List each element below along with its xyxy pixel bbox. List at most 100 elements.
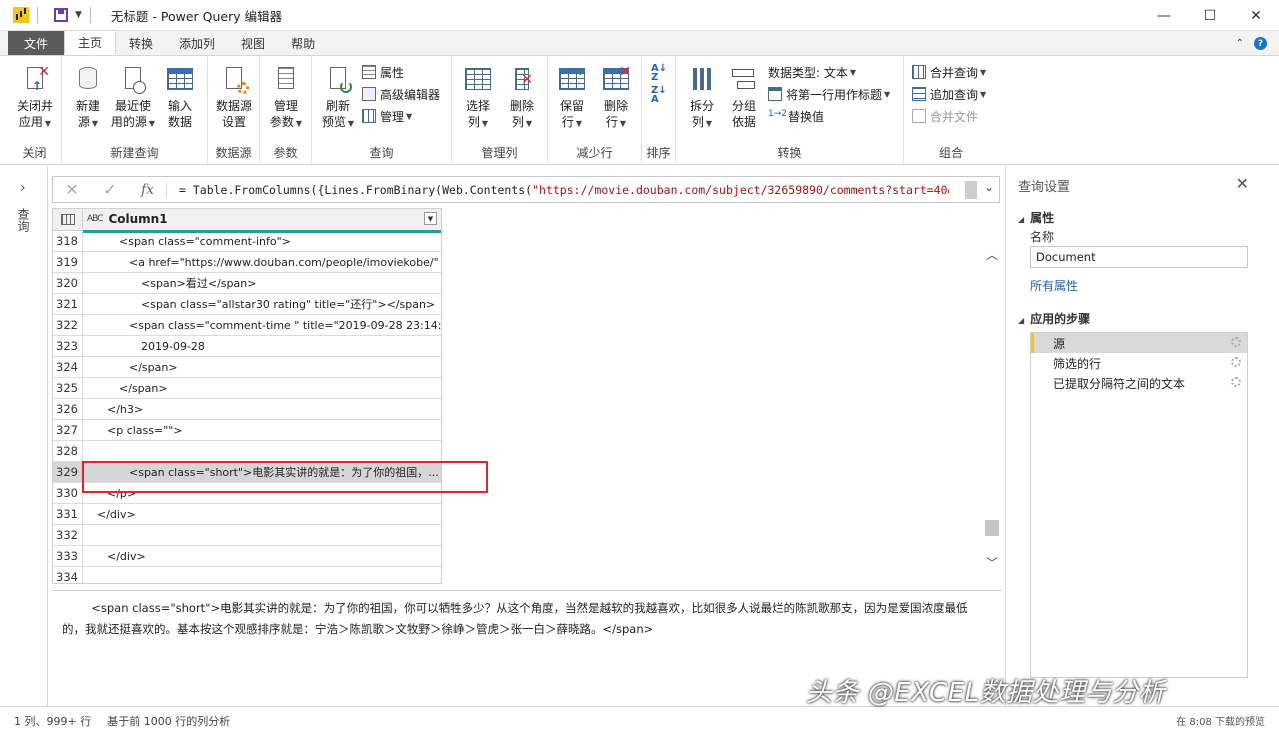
tab-add-column[interactable]: 添加列 [166, 31, 228, 55]
row-number[interactable]: 320 [53, 273, 83, 293]
table-cell[interactable] [83, 525, 441, 545]
advanced-editor-button[interactable]: 高级编辑器 [362, 84, 440, 104]
row-number[interactable]: 324 [53, 357, 83, 377]
all-properties-link[interactable]: 所有属性 [1030, 277, 1078, 294]
keep-rows-button[interactable]: ✔ 保留 行 ▼ [550, 64, 594, 132]
grid-vertical-scrollbar[interactable]: ︿ ﹀ [984, 244, 1000, 574]
datasource-settings-button[interactable]: 数据源 设置 [212, 64, 256, 130]
properties-button[interactable]: 属性 [362, 62, 404, 82]
close-settings-icon[interactable]: ✕ [1236, 174, 1249, 193]
table-cell[interactable]: </div> [83, 546, 441, 566]
remove-columns-button[interactable]: ✕ 删除 列 ▼ [500, 64, 544, 132]
new-source-button[interactable]: 新建 源 ▼ [66, 64, 110, 132]
query-name-input[interactable]: Document [1030, 246, 1248, 268]
table-cell[interactable]: </div> [83, 504, 441, 524]
expand-queries-icon[interactable]: › [20, 180, 26, 196]
table-row[interactable]: 322 <span class="comment-time " title="20… [53, 315, 441, 336]
row-number[interactable]: 328 [53, 441, 83, 461]
table-cell[interactable] [83, 441, 441, 461]
table-cell[interactable]: <span class="comment-info"> [83, 231, 441, 251]
step-settings-gear-icon[interactable] [1231, 377, 1241, 387]
row-number[interactable]: 327 [53, 420, 83, 440]
table-row[interactable]: 325 </span> [53, 378, 441, 399]
table-cell[interactable]: <span>看过</span> [83, 273, 441, 293]
datatype-dropdown[interactable]: 数据类型: 文本 ▼ [768, 62, 856, 82]
scroll-thumb[interactable] [985, 520, 999, 536]
column-header-column1[interactable]: ABC Column1 ▼ [83, 209, 441, 233]
maximize-button[interactable]: ☐ [1187, 0, 1233, 31]
scroll-down-icon[interactable]: ﹀ [986, 554, 998, 571]
table-row[interactable]: 334 [53, 567, 441, 583]
remove-rows-button[interactable]: ✕ 删除 行 ▼ [594, 64, 638, 132]
refresh-preview-button[interactable]: 刷新 预览 ▼ [316, 64, 360, 132]
help-icon[interactable]: ? [1254, 37, 1267, 50]
table-cell[interactable]: </span> [83, 357, 441, 377]
sort-descending-button[interactable]: Z↓ A [651, 86, 667, 106]
commit-formula-icon[interactable]: ✓ [91, 180, 129, 199]
enter-data-button[interactable]: 输入 数据 [158, 64, 202, 130]
tab-file[interactable]: 文件 [8, 31, 64, 55]
row-number[interactable]: 322 [53, 315, 83, 335]
table-row[interactable]: 331 </div> [53, 504, 441, 525]
row-number[interactable]: 329 [53, 462, 83, 482]
applied-steps-section[interactable]: ◢ 应用的步骤 [1018, 310, 1090, 327]
properties-section[interactable]: ◢ 属性 [1018, 209, 1054, 226]
row-number[interactable]: 323 [53, 336, 83, 356]
queries-pane-label[interactable]: 查询 [16, 208, 32, 232]
step-settings-gear-icon[interactable] [1231, 337, 1241, 347]
quick-access-dropdown-icon[interactable]: ▼ [75, 10, 82, 20]
manage-button[interactable]: 管理 ▼ [362, 106, 412, 126]
table-row[interactable]: 324 </span> [53, 357, 441, 378]
choose-columns-button[interactable]: 选择 列 ▼ [456, 64, 500, 132]
use-first-row-header-button[interactable]: 将第一行用作标题 ▼ [768, 84, 890, 104]
tab-transform[interactable]: 转换 [116, 31, 166, 55]
row-number[interactable]: 332 [53, 525, 83, 545]
scroll-up-icon[interactable]: ︿ [986, 246, 998, 263]
table-cell[interactable]: 2019-09-28 [83, 336, 441, 356]
table-row[interactable]: 320 <span>看过</span> [53, 273, 441, 294]
column-filter-dropdown-icon[interactable]: ▼ [424, 212, 437, 225]
save-icon[interactable] [54, 8, 68, 22]
table-row[interactable]: 323 2019-09-28 [53, 336, 441, 357]
row-number[interactable]: 319 [53, 252, 83, 272]
row-number[interactable]: 330 [53, 483, 83, 503]
table-cell[interactable]: <a href="https://www.douban.com/people/i… [83, 252, 441, 272]
table-cell[interactable]: <p class=""> [83, 420, 441, 440]
table-cell[interactable]: <span class="comment-time " title="2019-… [83, 315, 441, 335]
merge-queries-button[interactable]: 合并查询 ▼ [912, 62, 986, 82]
split-column-button[interactable]: 拆分 列 ▼ [680, 64, 724, 132]
minimize-button[interactable]: — [1141, 0, 1187, 31]
table-row[interactable]: 318 <span class="comment-info"> [53, 231, 441, 252]
tab-help[interactable]: 帮助 [278, 31, 328, 55]
tab-home[interactable]: 主页 [64, 30, 117, 55]
recent-sources-button[interactable]: 最近使 用的源 ▼ [110, 64, 156, 132]
step-extracted-text[interactable]: 已提取分隔符之间的文本 [1031, 373, 1247, 393]
table-cell[interactable]: <span class="allstar30 rating" title="还行… [83, 294, 441, 314]
table-row[interactable]: 333 </div> [53, 546, 441, 567]
row-number[interactable]: 318 [53, 231, 83, 251]
text-type-icon[interactable]: ABC [87, 214, 104, 224]
fx-icon[interactable]: fx [129, 181, 167, 198]
row-number[interactable]: 331 [53, 504, 83, 524]
row-number[interactable]: 326 [53, 399, 83, 419]
formula-scroll-thumb[interactable] [965, 181, 977, 199]
row-number[interactable]: 333 [53, 546, 83, 566]
table-row[interactable]: 332 [53, 525, 441, 546]
table-row[interactable]: 319 <a href="https://www.douban.com/peopl… [53, 252, 441, 273]
close-apply-button[interactable]: ✕ ↑ 关闭并 应用 ▼ [13, 64, 57, 132]
row-number[interactable]: 325 [53, 378, 83, 398]
group-by-button[interactable]: 分组 依据 [722, 64, 766, 130]
collapse-ribbon-icon[interactable]: ⌃ [1236, 38, 1244, 49]
row-number[interactable]: 321 [53, 294, 83, 314]
step-filtered-rows[interactable]: 筛选的行 [1031, 353, 1247, 373]
table-cell[interactable] [83, 567, 441, 583]
table-row[interactable]: 326 </h3> [53, 399, 441, 420]
append-queries-button[interactable]: 追加查询 ▼ [912, 84, 986, 104]
combine-files-button[interactable]: 合并文件 [912, 106, 978, 126]
table-cell[interactable]: </h3> [83, 399, 441, 419]
step-settings-gear-icon[interactable] [1231, 357, 1241, 367]
tab-view[interactable]: 视图 [228, 31, 278, 55]
close-button[interactable]: ✕ [1233, 0, 1279, 31]
row-number[interactable]: 334 [53, 567, 83, 583]
table-row[interactable]: 328 [53, 441, 441, 462]
